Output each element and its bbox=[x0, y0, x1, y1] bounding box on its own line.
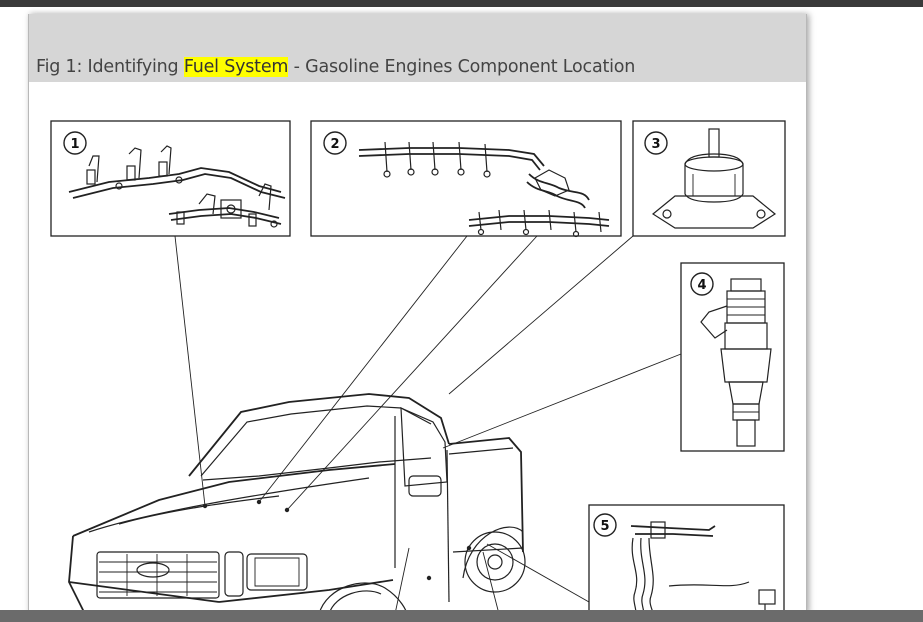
callout-number-2: 2 bbox=[330, 137, 339, 152]
component-box-2: 2 bbox=[310, 120, 622, 238]
component-location-diagram: 1 2 3 4 5 bbox=[50, 120, 786, 614]
caption-highlight: Fuel System bbox=[183, 57, 289, 77]
component-box-3: 3 bbox=[632, 120, 786, 237]
caption-suffix: - Gasoline Engines Component Location bbox=[288, 57, 636, 77]
component-box-4: 4 bbox=[680, 262, 785, 452]
callout-number-3: 3 bbox=[651, 137, 660, 152]
window-bottom-bar bbox=[0, 610, 923, 622]
document-viewer: Fig 1: Identifying Fuel System - Gasolin… bbox=[28, 14, 807, 614]
component-box-5: 5 bbox=[588, 504, 785, 614]
callout-number-4: 4 bbox=[697, 278, 706, 293]
caption-prefix: Fig 1: Identifying bbox=[36, 57, 184, 77]
figure-caption-bar: Fig 1: Identifying Fuel System - Gasolin… bbox=[29, 14, 806, 82]
window-top-bar bbox=[0, 0, 923, 7]
pickup-truck-drawing bbox=[68, 393, 526, 614]
callout-number-5: 5 bbox=[600, 519, 609, 534]
callout-number-1: 1 bbox=[70, 137, 79, 152]
figure-caption: Fig 1: Identifying Fuel System - Gasolin… bbox=[36, 57, 635, 77]
component-box-1: 1 bbox=[50, 120, 291, 237]
